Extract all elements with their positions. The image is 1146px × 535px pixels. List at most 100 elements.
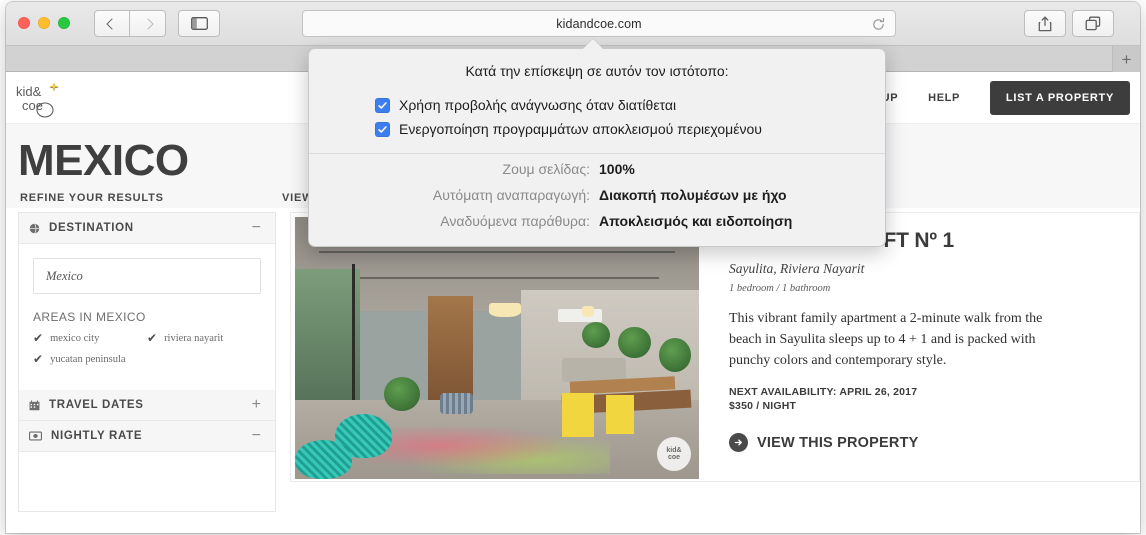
view-this-property-link[interactable]: VIEW THIS PROPERTY xyxy=(729,433,1123,453)
reload-icon[interactable] xyxy=(871,17,886,32)
minimize-window-button[interactable] xyxy=(38,17,50,29)
screenshot-root: kidandcoe.com + kid& coe UP HELP LIST A … xyxy=(0,0,1146,535)
address-bar[interactable]: kidandcoe.com xyxy=(302,10,896,37)
listing-description: This vibrant family apartment a 2-minute… xyxy=(729,311,1043,368)
sidebar-toggle-button[interactable] xyxy=(178,10,220,37)
money-icon xyxy=(29,431,42,441)
view-this-property-label: VIEW THIS PROPERTY xyxy=(757,434,919,451)
arrow-circle-right-icon xyxy=(729,433,748,453)
window-controls xyxy=(18,17,70,29)
share-icon xyxy=(1038,16,1052,31)
photo-ceiling-beam xyxy=(319,251,675,254)
globe-icon xyxy=(29,222,40,234)
filters-sidebar: DESTINATION − AREAS IN MEXICO ✔ mexico c… xyxy=(18,212,276,512)
popover-row-value[interactable]: Αποκλεισμός και ειδοποίηση xyxy=(599,213,792,229)
photo-yellow-chair xyxy=(561,392,594,438)
popover-row-label: Αναδυόμενα παράθυρα: xyxy=(440,213,590,229)
popover-checkbox-label: Χρήση προβολής ανάγνωσης όταν διατίθεται xyxy=(399,97,677,113)
filter-panel-nightly-rate-header[interactable]: NIGHTLY RATE − xyxy=(19,421,275,452)
refine-results-label: REFINE YOUR RESULTS xyxy=(20,192,164,204)
popover-row-value[interactable]: 100% xyxy=(599,161,635,177)
areas-checkbox-group: ✔ mexico city ✔ riviera nayarit ✔ yucata… xyxy=(33,332,261,374)
photo-teal-chair xyxy=(295,439,352,479)
photo-air-conditioner xyxy=(557,308,603,322)
svg-text:coe: coe xyxy=(22,98,43,113)
page-title: MEXICO xyxy=(18,136,189,185)
photo-hanging-plant xyxy=(618,327,651,359)
area-checkbox-mexico-city[interactable]: ✔ mexico city xyxy=(33,332,147,344)
sidebar-icon xyxy=(190,17,208,30)
areas-in-mexico-label: AREAS IN MEXICO xyxy=(33,310,146,324)
popover-title: Κατά την επίσκεψη σε αυτόν τον ιστότοπο: xyxy=(465,63,729,79)
new-tab-button[interactable]: + xyxy=(1112,46,1140,72)
listing-price: $350 / NIGHT xyxy=(729,400,797,413)
popover-row-pop-up-windows[interactable]: Αναδυόμενα παράθυρα: Αποκλεισμός και ειδ… xyxy=(309,208,885,234)
tab-overview-icon xyxy=(1085,16,1101,31)
popover-row-page-zoom[interactable]: Ζουμ σελίδας: 100% xyxy=(309,156,885,182)
listing-location: Sayulita, Riviera Nayarit xyxy=(729,261,865,276)
website-settings-popover: Κατά την επίσκεψη σε αυτόν τον ιστότοπο:… xyxy=(308,48,886,247)
popover-row-label: Αυτόματη αναπαραγωγή: xyxy=(432,187,590,203)
filter-panel-destination-body: AREAS IN MEXICO ✔ mexico city ✔ riviera … xyxy=(19,244,275,390)
results-list: kid& coe THE SA LLA LOFT Nº 1 Sayulita, … xyxy=(290,212,1140,533)
popover-arrow xyxy=(583,39,603,49)
photo-ceiling-beam xyxy=(335,277,659,280)
calendar-icon xyxy=(29,399,40,410)
photo-hanging-plant xyxy=(658,337,691,372)
forward-button[interactable] xyxy=(130,10,166,37)
tab-overview-button[interactable] xyxy=(1072,10,1114,37)
kid-and-coe-logo-icon: kid& coe xyxy=(16,82,59,118)
site-nav: GN UP HELP LIST A PROPERTY xyxy=(860,72,1130,124)
listing-photo[interactable]: kid& coe xyxy=(295,217,699,479)
listing-info: THE SA LLA LOFT Nº 1 Sayulita, Riviera N… xyxy=(725,213,1139,481)
popover-divider xyxy=(309,153,885,154)
back-button[interactable] xyxy=(94,10,130,37)
destination-input[interactable] xyxy=(33,258,261,294)
filter-panel-travel-dates-title: TRAVEL DATES xyxy=(49,399,144,411)
photo-hanging-plant xyxy=(581,321,611,348)
filter-panel-destination-header[interactable]: DESTINATION − xyxy=(19,213,275,244)
check-icon: ✔ xyxy=(33,331,44,345)
photo-ottoman xyxy=(440,392,473,414)
filter-panel-destination-title: DESTINATION xyxy=(49,222,134,234)
photo-pendant-lamp xyxy=(488,303,522,317)
checkbox-checked-icon[interactable] xyxy=(375,121,390,137)
listing-card[interactable]: kid& coe THE SA LLA LOFT Nº 1 Sayulita, … xyxy=(290,212,1140,482)
maximize-window-button[interactable] xyxy=(58,17,70,29)
photo-yellow-chair xyxy=(606,395,635,435)
collapse-destination-icon[interactable]: − xyxy=(252,220,261,236)
url-text: kidandcoe.com xyxy=(556,16,642,31)
expand-travel-dates-icon[interactable]: + xyxy=(252,397,261,413)
list-a-property-button[interactable]: LIST A PROPERTY xyxy=(989,81,1130,115)
area-label: riviera nayarit xyxy=(164,332,224,344)
listing-availability: NEXT AVAILABILITY: APRIL 26, 2017 xyxy=(729,386,918,398)
collapse-nightly-rate-icon[interactable]: − xyxy=(252,428,261,444)
check-icon: ✔ xyxy=(147,331,158,345)
area-checkbox-riviera-nayarit[interactable]: ✔ riviera nayarit xyxy=(147,332,261,344)
popover-row-auto-play[interactable]: Αυτόματη αναπαραγωγή: Διακοπή πολυμέσων … xyxy=(309,182,885,208)
filter-panel-travel-dates-header[interactable]: TRAVEL DATES + xyxy=(19,390,275,421)
close-window-button[interactable] xyxy=(18,17,30,29)
area-checkbox-yucatan-peninsula[interactable]: ✔ yucatan peninsula xyxy=(33,353,147,365)
svg-text:kid&: kid& xyxy=(16,84,42,99)
photo-watermark: kid& coe xyxy=(657,437,691,471)
listing-rooms: 1 bedroom / 1 bathroom xyxy=(729,283,831,294)
popover-row-value[interactable]: Διακοπή πολυμέσων με ήχο xyxy=(599,187,787,203)
photo-plant xyxy=(383,376,421,411)
popover-checkbox-content-blockers[interactable]: Ενεργοποίηση προγραμμάτων αποκλεισμού πε… xyxy=(309,117,885,141)
checkbox-checked-icon[interactable] xyxy=(375,97,390,113)
browser-toolbar: kidandcoe.com xyxy=(6,2,1140,46)
page-content: DESTINATION − AREAS IN MEXICO ✔ mexico c… xyxy=(6,208,1140,533)
filter-panel-nightly-rate-title: NIGHTLY RATE xyxy=(51,430,143,442)
nav-item-help[interactable]: HELP xyxy=(928,92,960,104)
chevron-right-icon xyxy=(141,17,154,30)
watermark-line-2: coe xyxy=(667,454,681,461)
chevron-left-icon xyxy=(106,17,118,30)
site-logo[interactable]: kid& coe xyxy=(14,80,68,118)
photo-wood-panel xyxy=(428,295,473,401)
area-label: mexico city xyxy=(50,332,100,344)
watermark-line-1: kid& xyxy=(666,447,682,454)
popover-checkbox-reader-view[interactable]: Χρήση προβολής ανάγνωσης όταν διατίθεται xyxy=(309,93,885,117)
share-button[interactable] xyxy=(1024,10,1066,37)
check-icon: ✔ xyxy=(33,352,44,366)
